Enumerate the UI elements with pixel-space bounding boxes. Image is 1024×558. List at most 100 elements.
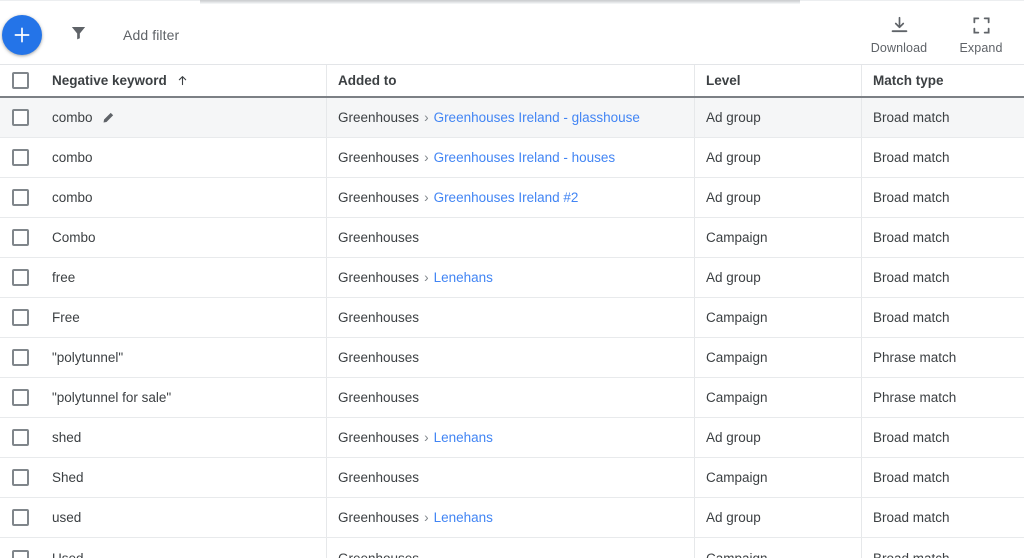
column-header-keyword[interactable]: Negative keyword [40,65,327,96]
row-select-checkbox[interactable] [11,309,29,326]
table-row[interactable]: "polytunnel" Greenhouses Campaign Phrase ma… [0,338,1024,378]
breadcrumb-link[interactable]: Lenehans [434,430,493,445]
row-select-checkbox[interactable] [11,189,29,206]
cell-negative-keyword: combo [40,138,327,177]
add-filter-label[interactable]: Add filter [123,27,179,43]
row-select-checkbox[interactable] [11,429,29,446]
negative-keyword-text: free [52,270,76,285]
table-row[interactable]: Free Greenhouses Campaign Broad match [0,298,1024,338]
table-row[interactable]: "polytunnel for sale" Greenhouses Campaign… [0,378,1024,418]
breadcrumb: Greenhouses [338,390,419,405]
cell-match-type: Broad match [862,538,1024,558]
negative-keywords-table: Negative keyword Added to Level Match ty… [0,65,1024,558]
cell-match-type: Broad match [862,178,1024,217]
cell-negative-keyword: "polytunnel for sale" [40,378,327,417]
row-select-checkbox[interactable] [11,229,29,246]
cell-added-to: Greenhouses [327,218,695,257]
breadcrumb-link[interactable]: Lenehans [434,270,493,285]
row-select-cell [0,98,40,137]
row-select-checkbox[interactable] [11,149,29,166]
match-type-text: Broad match [873,190,950,205]
row-select-checkbox[interactable] [11,469,29,486]
filter-funnel-icon [69,23,88,47]
breadcrumb-root: Greenhouses [338,150,420,165]
filter-button[interactable] [60,17,96,53]
row-select-checkbox[interactable] [11,349,29,366]
breadcrumb-link[interactable]: Greenhouses Ireland - glasshouse [434,110,640,125]
breadcrumb: Greenhouses [338,230,419,245]
match-type-text: Broad match [873,150,950,165]
cell-level: Campaign [695,218,862,257]
cell-negative-keyword: Free [40,298,327,337]
breadcrumb-root: Greenhouses [338,190,420,205]
negative-keyword-text: used [52,510,82,525]
cell-level: Campaign [695,458,862,497]
level-text: Ad group [706,110,761,125]
row-select-checkbox[interactable] [11,109,29,126]
cell-negative-keyword: Used [40,538,327,558]
match-type-text: Broad match [873,270,950,285]
cell-negative-keyword: shed [40,418,327,457]
cell-match-type: Broad match [862,138,1024,177]
match-type-text: Broad match [873,110,950,125]
breadcrumb: Greenhouses › Greenhouses Ireland - glassh… [338,110,640,125]
negative-keyword-text: shed [52,430,82,445]
negative-keyword-text: "polytunnel for sale" [52,390,172,405]
row-select-checkbox[interactable] [11,389,29,406]
table-row[interactable]: combo Greenhouses › Greenhouses Ireland - h… [0,138,1024,178]
add-negative-keyword-button[interactable] [2,14,42,55]
table-row[interactable]: Combo Greenhouses Campaign Broad match [0,218,1024,258]
breadcrumb-separator-icon: › [424,110,429,125]
expand-icon [971,14,992,36]
cell-match-type: Broad match [862,298,1024,337]
edit-keyword-icon[interactable] [101,111,115,125]
row-select-cell [0,178,40,217]
download-label: Download [870,41,928,55]
table-row[interactable]: used Greenhouses › Lenehans Ad group Broad ma… [0,498,1024,538]
cell-negative-keyword: free [40,258,327,297]
cell-negative-keyword: combo [40,98,327,137]
table-row[interactable]: Shed Greenhouses Campaign Broad match [0,458,1024,498]
cell-level: Ad group [695,98,862,137]
row-select-checkbox[interactable] [11,269,29,286]
row-select-cell [0,418,40,457]
breadcrumb: Greenhouses › Lenehans [338,270,493,285]
cell-negative-keyword: "polytunnel" [40,338,327,377]
breadcrumb-root: Greenhouses [338,270,420,285]
column-header-added-to[interactable]: Added to [327,65,695,96]
breadcrumb-root: Greenhouses [338,510,420,525]
breadcrumb: Greenhouses [338,470,419,485]
breadcrumb-separator-icon: › [424,430,429,445]
column-header-match-type[interactable]: Match type [862,65,1024,96]
row-select-cell [0,538,40,558]
cell-level: Ad group [695,178,862,217]
table-row[interactable]: shed Greenhouses › Lenehans Ad group Broad ma… [0,418,1024,458]
download-button[interactable]: Download [862,14,936,55]
cell-added-to: Greenhouses › Lenehans [327,498,695,537]
level-text: Ad group [706,190,761,205]
expand-button[interactable]: Expand [944,14,1018,55]
select-all-checkbox[interactable] [11,72,29,89]
cell-added-to: Greenhouses › Greenhouses Ireland - houses [327,138,695,177]
breadcrumb-separator-icon: › [424,190,429,205]
breadcrumb-link[interactable]: Lenehans [434,510,493,525]
cell-added-to: Greenhouses › Greenhouses Ireland #2 [327,178,695,217]
row-select-checkbox[interactable] [11,509,29,526]
column-header-level[interactable]: Level [695,65,862,96]
breadcrumb-link[interactable]: Greenhouses Ireland - houses [434,150,616,165]
cell-added-to: Greenhouses › Lenehans [327,258,695,297]
cell-negative-keyword: combo [40,178,327,217]
breadcrumb-link[interactable]: Greenhouses Ireland #2 [434,190,579,205]
row-select-checkbox[interactable] [11,549,29,558]
breadcrumb-root: Greenhouses [338,430,420,445]
table-row[interactable]: combo Greenhouses › Greenhouses Ireland #2 A… [0,178,1024,218]
cell-added-to: Greenhouses [327,298,695,337]
table-row[interactable]: Used Greenhouses Campaign Broad match [0,538,1024,558]
table-row[interactable]: free Greenhouses › Lenehans Ad group Broad ma… [0,258,1024,298]
cell-negative-keyword: Shed [40,458,327,497]
table-row[interactable]: combo Greenhouses › Greenhouses Ireland - g… [0,98,1024,138]
download-icon [889,14,910,36]
row-select-cell [0,218,40,257]
negative-keyword-text: combo [52,150,93,165]
breadcrumb: Greenhouses › Lenehans [338,430,493,445]
